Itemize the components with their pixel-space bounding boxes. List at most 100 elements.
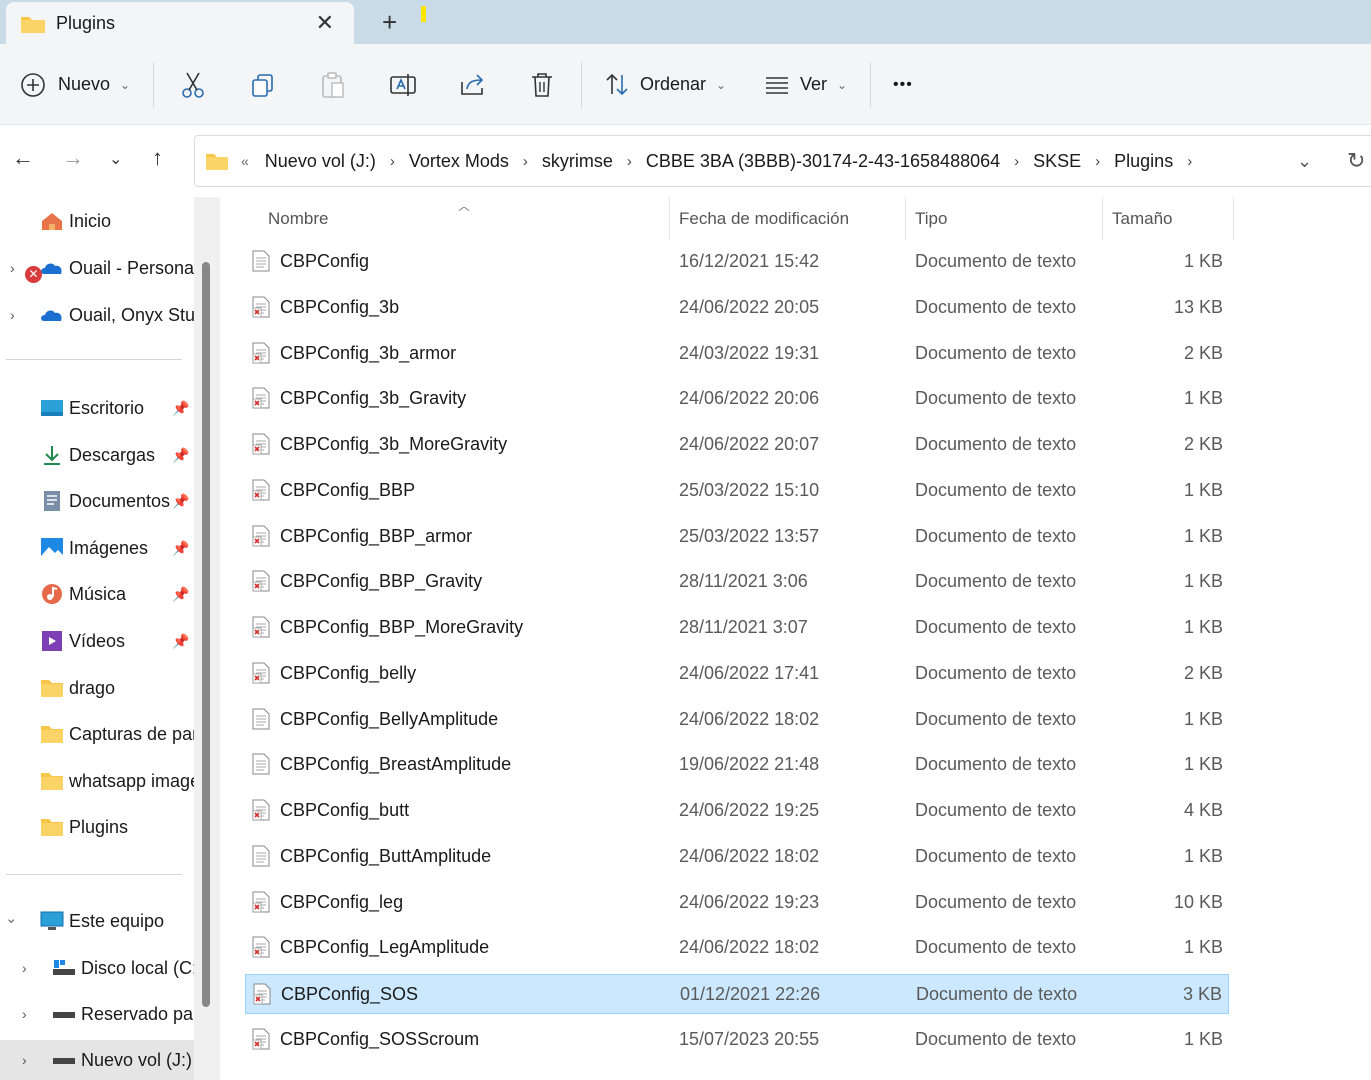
column-header-name[interactable]: Nombre [268, 197, 328, 241]
delete-button[interactable] [529, 44, 555, 125]
breadcrumb-separator[interactable]: › [523, 153, 528, 170]
breadcrumb-cbbe[interactable]: CBBE 3BA (3BBB)-30174-2-43-1658488064 [646, 151, 1000, 172]
back-icon[interactable]: ← [12, 145, 34, 171]
sidebar-item-reserved[interactable]: › Reservado para el sistema [0, 994, 194, 1034]
overflow-chevrons-icon[interactable]: « [241, 153, 249, 169]
expand-icon[interactable]: › [22, 1052, 27, 1068]
sidebar-item-downloads[interactable]: Descargas 📌 [0, 435, 194, 475]
breadcrumb-vortex-mods[interactable]: Vortex Mods [409, 151, 509, 172]
breadcrumb-drive[interactable]: Nuevo vol (J:) [265, 151, 376, 172]
sidebar-item-drago[interactable]: drago [0, 668, 194, 708]
folder-icon [41, 726, 63, 743]
file-row[interactable]: CBPConfig_LegAmplitude 24/06/2022 18:02 Do… [245, 928, 1229, 968]
column-header-type[interactable]: Tipo [915, 197, 947, 241]
file-row[interactable]: CBPConfig_SOS 01/12/2021 22:26 Documento d… [245, 974, 1229, 1014]
more-options-button[interactable]: ••• [893, 44, 913, 125]
address-bar[interactable]: « Nuevo vol (J:) › Vortex Mods › skyrims… [194, 135, 1371, 187]
up-icon[interactable]: ↑ [152, 145, 163, 171]
file-row[interactable]: CBPConfig_3b_armor 24/03/2022 19:31 Docume… [245, 334, 1229, 374]
sidebar-item-pictures[interactable]: Imágenes 📌 [0, 528, 194, 568]
expand-icon[interactable]: › [22, 1006, 27, 1022]
column-divider[interactable] [669, 197, 670, 241]
address-history-icon[interactable]: ⌄ [1297, 151, 1312, 172]
pin-icon[interactable]: 📌 [172, 540, 189, 557]
scrollbar-thumb[interactable] [202, 262, 210, 1007]
share-button[interactable] [459, 44, 487, 125]
file-type: Documento de texto [915, 708, 1077, 729]
sidebar-item-drive-j[interactable]: › Nuevo vol (J:) [0, 1040, 194, 1080]
breadcrumb-plugins[interactable]: Plugins [1114, 151, 1173, 172]
file-row[interactable]: CBPConfig_butt 24/06/2022 19:25 Documento … [245, 791, 1229, 831]
navigation-pane: Inicio › ✕ Ouail - Personal › Ouail, Ony… [0, 197, 200, 1080]
breadcrumb-skse[interactable]: SKSE [1033, 151, 1081, 172]
sidebar-item-home[interactable]: Inicio [0, 201, 194, 241]
pin-icon[interactable]: 📌 [172, 400, 189, 417]
pin-icon[interactable]: 📌 [172, 633, 189, 650]
pin-icon[interactable]: 📌 [172, 447, 189, 464]
breadcrumb-separator[interactable]: › [1187, 153, 1192, 170]
column-divider[interactable] [905, 197, 906, 241]
file-name: CBPConfig_SOSScroum [280, 1028, 480, 1049]
rename-button[interactable] [389, 44, 417, 125]
collapse-icon[interactable]: › [4, 919, 20, 924]
sidebar-item-music[interactable]: Música 📌 [0, 574, 194, 614]
sidebar-item-drive-c[interactable]: › Disco local (C:) [0, 948, 194, 988]
sidebar-item-documents[interactable]: Documentos 📌 [0, 481, 194, 521]
sidebar-item-plugins[interactable]: Plugins [0, 807, 194, 847]
file-row[interactable]: CBPConfig_3b 24/06/2022 20:05 Documento de… [245, 288, 1229, 328]
file-row[interactable]: CBPConfig_leg 24/06/2022 19:23 Documento d… [245, 883, 1229, 923]
file-row[interactable]: CBPConfig_BBP 25/03/2022 15:10 Documento d… [245, 471, 1229, 511]
sidebar-item-this-pc[interactable]: › Este equipo [0, 901, 194, 941]
close-tab-icon[interactable]: ✕ [316, 10, 334, 36]
breadcrumb-separator[interactable]: › [1095, 153, 1100, 170]
sidebar-item-screenshots[interactable]: Capturas de pantalla [0, 714, 194, 754]
sidebar-item-label: Plugins [69, 816, 129, 837]
expand-icon[interactable]: › [10, 260, 15, 276]
column-header-size[interactable]: Tamaño [1112, 197, 1172, 241]
column-divider[interactable] [1233, 197, 1234, 241]
breadcrumb-separator[interactable]: › [390, 153, 395, 170]
paste-button[interactable] [320, 44, 346, 125]
expand-icon[interactable]: › [10, 307, 15, 323]
sidebar-item-onedrive-personal[interactable]: › ✕ Ouail - Personal [0, 248, 194, 288]
breadcrumb-separator[interactable]: › [627, 153, 632, 170]
sidebar-item-desktop[interactable]: Escritorio 📌 [0, 388, 194, 428]
refresh-icon[interactable]: ↻ [1347, 148, 1365, 174]
copy-button[interactable] [250, 44, 276, 125]
column-header-date[interactable]: Fecha de modificación [679, 197, 849, 241]
file-row[interactable]: CBPConfig_BellyAmplitude 24/06/2022 18:02… [245, 700, 1229, 740]
cut-button[interactable] [180, 44, 206, 125]
file-row[interactable]: CBPConfig_BBP_MoreGravity 28/11/2021 3:07… [245, 608, 1229, 648]
column-divider[interactable] [1102, 197, 1103, 241]
new-tab-button[interactable]: + [382, 7, 397, 38]
new-button[interactable]: Nuevo ⌄ [20, 44, 130, 125]
file-row[interactable]: CBPConfig_BBP_armor 25/03/2022 13:57 Docum… [245, 517, 1229, 557]
view-button[interactable]: Ver ⌄ [764, 44, 847, 125]
recent-locations-icon[interactable]: ⌄ [109, 149, 122, 169]
file-row[interactable]: CBPConfig 16/12/2021 15:42 Documento de te… [245, 242, 1229, 282]
sidebar-item-videos[interactable]: Vídeos 📌 [0, 621, 194, 661]
file-date: 28/11/2021 3:06 [679, 571, 808, 592]
forward-icon[interactable]: → [62, 145, 84, 171]
file-row[interactable]: CBPConfig_ButtAmplitude 24/06/2022 18:02 D… [245, 837, 1229, 877]
sidebar-scrollbar[interactable] [194, 197, 220, 1080]
tab-plugins[interactable]: Plugins ✕ [6, 2, 354, 44]
file-row[interactable]: CBPConfig_3b_MoreGravity 24/06/2022 20:07… [245, 425, 1229, 465]
pin-icon[interactable]: 📌 [172, 586, 189, 603]
file-type: Documento de texto [915, 891, 1077, 912]
file-row[interactable]: CBPConfig_belly 24/06/2022 17:41 Documento… [245, 654, 1229, 694]
sidebar-item-label: Escritorio [69, 397, 145, 418]
expand-icon[interactable]: › [22, 960, 27, 976]
file-row[interactable]: CBPConfig_BreastAmplitude 19/06/2022 21:4… [245, 745, 1229, 785]
file-row[interactable]: CBPConfig_3b_Gravity 24/06/2022 20:06 Docu… [245, 379, 1229, 419]
sidebar-item-onedrive-onyx[interactable]: › Ouail, Onyx Studio [0, 295, 194, 335]
sort-button[interactable]: Ordenar ⌄ [604, 44, 726, 125]
file-row[interactable]: CBPConfig_SOSScroum 15/07/2023 20:55 Docum… [245, 1020, 1229, 1060]
pin-icon[interactable]: 📌 [172, 493, 189, 510]
breadcrumb-separator[interactable]: › [1014, 153, 1019, 170]
breadcrumb-skyrimse[interactable]: skyrimse [542, 151, 613, 172]
file-date: 25/03/2022 13:57 [679, 525, 820, 546]
file-name: CBPConfig_belly [280, 662, 417, 683]
sidebar-item-whatsapp-images[interactable]: whatsapp images [0, 761, 194, 801]
file-row[interactable]: CBPConfig_BBP_Gravity 28/11/2021 3:06 Docu… [245, 562, 1229, 602]
